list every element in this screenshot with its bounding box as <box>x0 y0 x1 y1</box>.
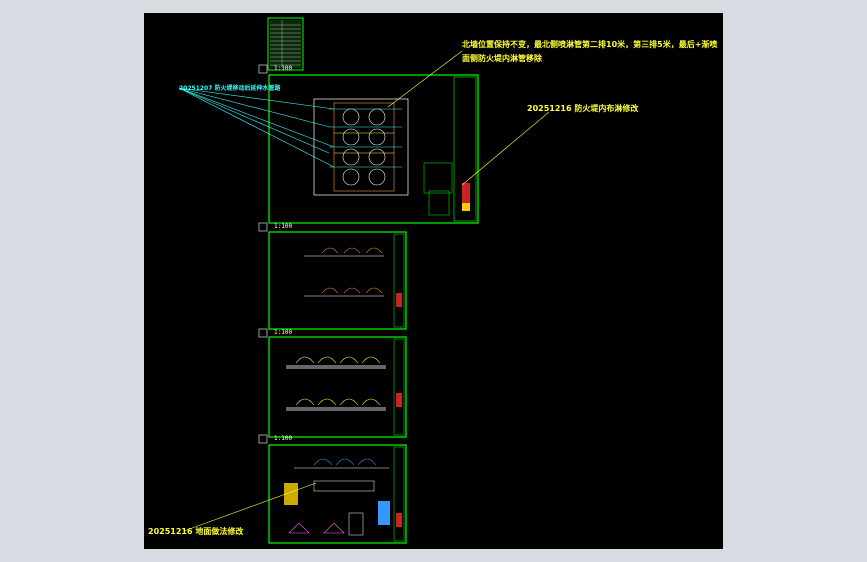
sheet-1-scale-label: 1:100 <box>274 65 293 72</box>
cad-drawing-canvas[interactable]: 1:100 1:100 1:100 1:100 北墙位置保持不变，最北侧喷淋管第… <box>144 13 723 549</box>
sheet-3-elevation <box>258 328 407 438</box>
note-left-cyan: 20251207 防火堤移动后延伸水管路 <box>179 85 281 92</box>
note-right: 20251216 防火堤内布淋修改 <box>527 104 639 113</box>
legend-table <box>267 17 304 71</box>
sheet-3-scale-label: 1:100 <box>274 329 293 336</box>
note-top-line2: 面侧防火堤内淋管移除 <box>462 54 542 63</box>
note-top-line1: 北墙位置保持不变，最北侧喷淋管第二排10米，第三排5米，最后+渐喷 <box>462 40 718 49</box>
leader-lines <box>178 50 550 532</box>
note-bottom: 20251216 地面做法修改 <box>148 527 244 536</box>
sheet-4-scale-label: 1:100 <box>274 435 293 442</box>
sheet-2-elevation <box>258 222 407 330</box>
sheet-1-plan <box>258 64 479 224</box>
sheet-4-details <box>258 434 407 544</box>
sheet-2-scale-label: 1:100 <box>274 223 293 230</box>
